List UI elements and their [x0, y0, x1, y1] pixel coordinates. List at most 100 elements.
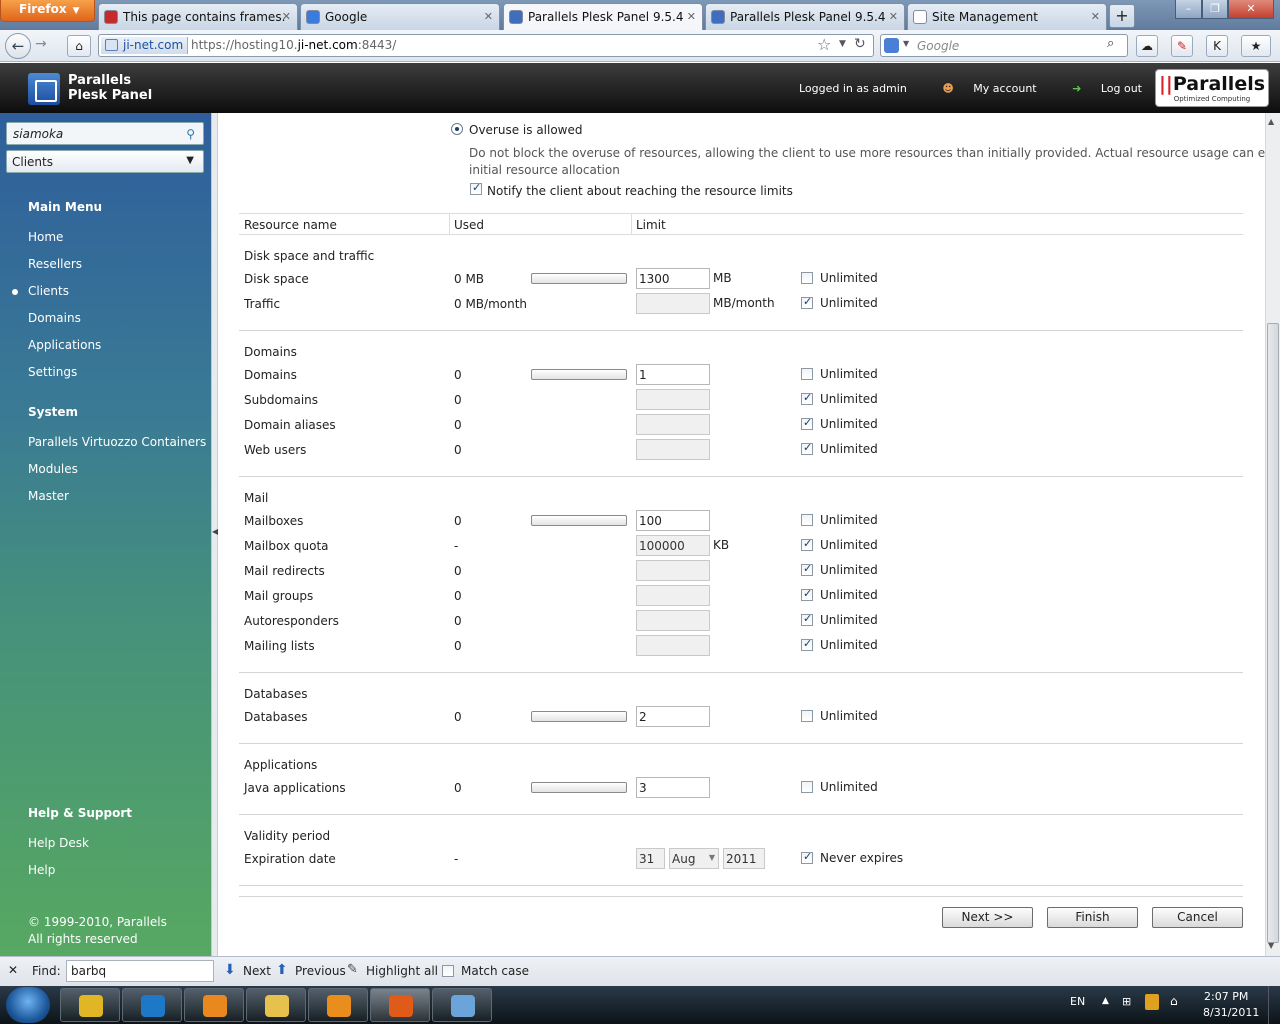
url-dropdown-icon[interactable]: ▼ — [839, 39, 846, 49]
limit-field-web-users[interactable] — [636, 439, 710, 460]
my-account-link[interactable]: ☻ My account — [926, 82, 1036, 95]
sidebar-item-resellers[interactable]: Resellers — [28, 257, 82, 271]
log-out-link[interactable]: ➜ Log out — [1056, 82, 1142, 95]
unlimited-checkbox-java-applications[interactable] — [801, 781, 813, 793]
vertical-scrollbar[interactable]: ▲ ▼ — [1265, 113, 1280, 956]
url-bar[interactable]: ji-net.com https://hosting10.ji-net.com:… — [98, 34, 874, 57]
sidebar-item-modules[interactable]: Modules — [28, 462, 78, 476]
match-case-checkbox[interactable] — [442, 965, 454, 977]
show-hidden-icons-icon[interactable]: ▲ — [1102, 996, 1109, 1006]
tab-close-icon[interactable]: ✕ — [889, 10, 898, 23]
clock-time[interactable]: 2:07 PM — [1204, 990, 1248, 1003]
clock-date[interactable]: 8/31/2011 — [1203, 1006, 1259, 1019]
bookmarks-menu-icon[interactable]: ★ — [1241, 35, 1271, 57]
sidebar-item-help-desk[interactable]: Help Desk — [28, 836, 89, 850]
volume-icon[interactable]: ⌂ — [1170, 994, 1178, 1008]
bookmark-star-icon[interactable]: ☆ — [817, 35, 831, 54]
new-tab-button[interactable]: + — [1109, 4, 1135, 28]
overuse-allowed-radio[interactable] — [451, 123, 463, 135]
sidebar-item-parallels-virtuozzo-containers[interactable]: Parallels Virtuozzo Containers — [28, 435, 206, 449]
tab-close-icon[interactable]: ✕ — [687, 10, 696, 23]
limit-field-traffic[interactable] — [636, 293, 710, 314]
limit-field-mail-redirects[interactable] — [636, 560, 710, 581]
unlimited-checkbox-traffic[interactable] — [801, 295, 813, 309]
sidebar-splitter[interactable]: ◀ — [211, 113, 218, 956]
limit-field-mail-groups[interactable] — [636, 585, 710, 606]
search-icon[interactable]: ⚲ — [186, 127, 195, 141]
network-icon[interactable]: ⊞ — [1122, 995, 1131, 1008]
finish-button[interactable]: Finish — [1047, 907, 1138, 928]
sidebar-item-clients[interactable]: Clients — [12, 284, 69, 298]
browser-tab[interactable]: Site Management ✕ — [907, 3, 1107, 30]
back-icon[interactable]: ← — [5, 33, 31, 59]
limit-field-java-applications[interactable]: 3 — [636, 777, 710, 798]
find-input[interactable]: barbq — [66, 960, 214, 982]
client-search-input[interactable]: siamoka ⚲ — [6, 122, 204, 145]
sidebar-item-master[interactable]: Master — [28, 489, 69, 503]
scroll-up-icon[interactable]: ▲ — [1268, 117, 1274, 126]
search-input[interactable]: ▼ Google ⌕ — [880, 34, 1128, 57]
taskbar-app[interactable] — [370, 988, 430, 1022]
taskbar-app[interactable] — [432, 988, 492, 1022]
unlimited-checkbox-mailing-lists[interactable] — [801, 637, 813, 651]
scope-select[interactable]: Clients ▼ — [6, 150, 204, 173]
expiration-month-select[interactable]: Aug ▼ — [669, 848, 719, 869]
limit-field-databases[interactable]: 2 — [636, 706, 710, 727]
close-window-icon[interactable]: ✕ — [1228, 0, 1274, 19]
limit-field-domain-aliases[interactable] — [636, 414, 710, 435]
never-expires-checkbox[interactable] — [801, 850, 813, 864]
language-indicator[interactable]: EN — [1070, 995, 1085, 1008]
sidebar-item-help[interactable]: Help — [28, 863, 55, 877]
taskbar-app[interactable] — [60, 988, 120, 1022]
taskbar-app[interactable] — [184, 988, 244, 1022]
taskbar-app[interactable] — [246, 988, 306, 1022]
expiration-day-field[interactable]: 31 — [636, 848, 665, 869]
unlimited-checkbox-mailboxes[interactable] — [801, 514, 813, 526]
expiration-year-field[interactable]: 2011 — [723, 848, 765, 869]
unlimited-checkbox-domains[interactable] — [801, 368, 813, 380]
outlook-tray-icon[interactable] — [1145, 994, 1159, 1010]
unlimited-checkbox-mail-groups[interactable] — [801, 587, 813, 601]
maximize-icon[interactable]: ❐ — [1202, 0, 1228, 19]
sidebar-item-domains[interactable]: Domains — [28, 311, 81, 325]
minimize-icon[interactable]: – — [1175, 0, 1202, 19]
keepass-icon[interactable]: K — [1206, 35, 1228, 57]
cancel-button[interactable]: Cancel — [1152, 907, 1243, 928]
firefox-menu-button[interactable]: Firefox ▼ — [0, 0, 95, 22]
limit-field-mailbox-quota[interactable]: 100000 — [636, 535, 710, 556]
browser-tab[interactable]: This page contains frames. ✕ — [98, 3, 298, 30]
browser-tab[interactable]: Google ✕ — [300, 3, 500, 30]
unlimited-checkbox-databases[interactable] — [801, 710, 813, 722]
unlimited-checkbox-disk-space[interactable] — [801, 272, 813, 284]
limit-field-domains[interactable]: 1 — [636, 364, 710, 385]
find-previous-button[interactable]: Previous — [295, 964, 346, 978]
next-button[interactable]: Next >> — [942, 907, 1033, 928]
sidebar-item-home[interactable]: Home — [28, 230, 63, 244]
notify-client-checkbox[interactable] — [470, 181, 482, 195]
sidebar-item-applications[interactable]: Applications — [28, 338, 101, 352]
tab-close-icon[interactable]: ✕ — [484, 10, 493, 23]
limit-field-disk-space[interactable]: 1300 — [636, 268, 710, 289]
addon-icon[interactable]: ☁ — [1136, 35, 1158, 57]
unlimited-checkbox-mailbox-quota[interactable] — [801, 537, 813, 551]
forward-icon[interactable]: → — [35, 36, 47, 52]
noscript-icon[interactable]: ✎ — [1171, 35, 1193, 57]
tab-close-icon[interactable]: ✕ — [1091, 10, 1100, 23]
reload-icon[interactable]: ↻ — [854, 36, 866, 52]
search-icon[interactable]: ⌕ — [1107, 36, 1114, 51]
taskbar-app[interactable] — [308, 988, 368, 1022]
close-find-bar-icon[interactable]: ✕ — [8, 963, 18, 977]
limit-field-subdomains[interactable] — [636, 389, 710, 410]
home-icon[interactable]: ⌂ — [67, 35, 91, 57]
taskbar-app[interactable] — [122, 988, 182, 1022]
highlight-all-button[interactable]: Highlight all — [366, 964, 438, 978]
search-engine-chevron-icon[interactable]: ▼ — [903, 39, 909, 48]
limit-field-mailing-lists[interactable] — [636, 635, 710, 656]
unlimited-checkbox-subdomains[interactable] — [801, 391, 813, 405]
tab-close-icon[interactable]: ✕ — [282, 10, 291, 23]
site-identity-button[interactable]: ji-net.com — [101, 37, 189, 54]
unlimited-checkbox-mail-redirects[interactable] — [801, 562, 813, 576]
scroll-thumb[interactable] — [1267, 323, 1279, 943]
parallels-brand-logo[interactable]: ||Parallels Optimized Computing — [1155, 69, 1269, 107]
unlimited-checkbox-domain-aliases[interactable] — [801, 416, 813, 430]
